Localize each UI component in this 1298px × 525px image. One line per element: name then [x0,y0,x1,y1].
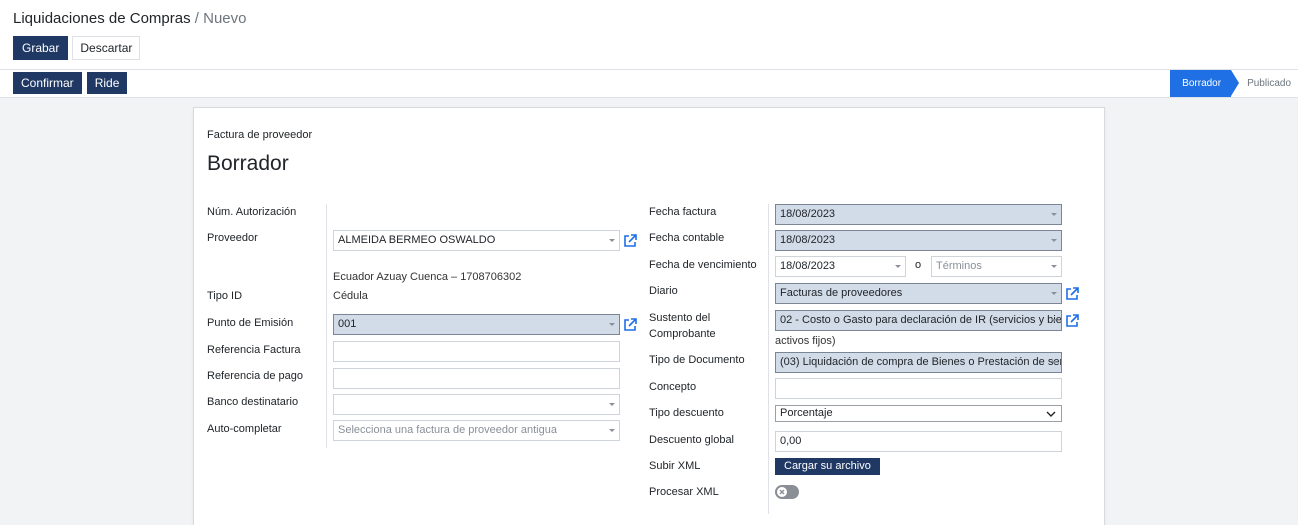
concept-input[interactable] [775,378,1062,399]
journal-label: Diario [649,285,678,297]
caret-down-icon [609,403,615,406]
caret-down-icon [1051,239,1057,242]
invoice-date-field[interactable]: 18/08/2023 [775,204,1062,225]
global-discount-label: Descuento global [649,434,735,446]
vendor-value: ALMEIDA BERMEO OSWALDO [338,234,496,246]
id-type-label: Tipo ID [207,290,243,302]
due-date-label: Fecha de vencimiento [649,259,757,271]
status-actions: Confirmar Ride [13,72,128,94]
payment-terms-field[interactable]: Términos [931,256,1062,277]
right-column-divider [768,204,769,514]
caret-down-icon [1051,292,1057,295]
emission-point-label: Punto de Emisión [207,317,294,329]
document-subtitle: Factura de proveedor [207,129,313,141]
caret-down-icon [895,265,901,268]
autocomplete-field[interactable]: Selecciona una factura de proveedor anti… [333,420,620,441]
form-actions: Grabar Descartar [13,36,141,60]
caret-down-icon [1051,265,1057,268]
external-link-icon[interactable] [623,234,637,248]
external-link-icon[interactable] [1065,314,1079,328]
payment-reference-label: Referencia de pago [207,370,304,382]
vendor-address: Ecuador Azuay Cuenca – 1708706302 [333,271,522,283]
payment-reference-input[interactable] [333,368,620,389]
caret-down-icon [1051,361,1057,364]
caret-down-icon [1051,319,1057,322]
external-link-icon[interactable] [623,318,637,332]
caret-down-icon [609,239,615,242]
discount-type-select[interactable]: Porcentaje [775,405,1062,422]
id-type-value: Cédula [333,290,368,302]
support-label-line2: Comprobante [649,328,716,340]
concept-label: Concepto [649,381,697,393]
caret-down-icon [609,429,615,432]
caret-down-icon [609,323,615,326]
due-date-field[interactable]: 18/08/2023 [775,256,906,277]
invoice-date-value: 18/08/2023 [780,208,836,220]
confirm-button[interactable]: Confirmar [13,72,82,94]
breadcrumb: Liquidaciones de Compras / Nuevo [13,10,246,27]
breadcrumb-parent[interactable]: Liquidaciones de Compras [13,10,191,27]
ride-button[interactable]: Ride [86,72,128,94]
left-column-divider [326,204,327,448]
emission-point-value: 001 [338,318,357,330]
invoice-reference-input[interactable] [333,341,620,362]
document-title: Borrador [207,152,289,175]
vendor-field[interactable]: ALMEIDA BERMEO OSWALDO [333,230,620,251]
status-bar: Confirmar Ride Borrador Publicado [0,70,1298,98]
discount-type-value: Porcentaje [780,407,833,419]
upload-xml-label: Subir XML [649,460,701,472]
accounting-date-field[interactable]: 18/08/2023 [775,230,1062,251]
global-discount-input[interactable]: 0,00 [775,431,1062,452]
caret-down-icon [1051,213,1057,216]
vendor-label: Proveedor [207,232,258,244]
control-panel: Liquidaciones de Compras / Nuevo Grabar … [0,0,1298,70]
status-pipeline: Borrador Publicado [1170,70,1298,97]
process-xml-toggle[interactable] [775,485,799,499]
support-label-line1: Sustento del [649,312,711,324]
auth-number-label: Núm. Autorización [207,206,297,218]
emission-point-field[interactable]: 001 [333,314,620,335]
toggle-knob [777,487,787,497]
external-link-icon[interactable] [1065,287,1079,301]
breadcrumb-current: Nuevo [203,10,247,27]
autocomplete-label: Auto-completar [207,423,282,435]
due-date-value: 18/08/2023 [780,260,836,272]
autocomplete-placeholder: Selecciona una factura de proveedor anti… [338,424,557,436]
process-xml-label: Procesar XML [649,486,719,498]
payment-terms-placeholder: Términos [936,260,982,272]
chevron-down-icon [1046,411,1056,417]
breadcrumb-separator: / [190,10,204,27]
accounting-date-value: 18/08/2023 [780,234,836,246]
stage-publicado[interactable]: Publicado [1231,70,1298,97]
journal-value: Facturas de proveedores [780,287,903,299]
upload-file-button[interactable]: Cargar su archivo [775,458,880,475]
discount-type-label: Tipo descuento [649,407,724,419]
destination-bank-label: Banco destinatario [207,396,299,408]
document-type-field[interactable]: (03) Liquidación de compra de Bienes o P… [775,352,1062,373]
journal-field[interactable]: Facturas de proveedores [775,283,1062,304]
document-type-value: (03) Liquidación de compra de Bienes o P… [780,356,1062,368]
close-icon [779,489,785,495]
or-label: o [915,259,922,271]
save-button[interactable]: Grabar [13,36,69,60]
support-value: 02 - Costo o Gasto para declaración de I… [780,314,1062,326]
invoice-reference-label: Referencia Factura [207,344,301,356]
invoice-date-label: Fecha factura [649,206,717,218]
document-type-label: Tipo de Documento [649,354,745,366]
destination-bank-field[interactable] [333,394,620,415]
support-field[interactable]: 02 - Costo o Gasto para declaración de I… [775,310,1062,331]
support-value-continuation: activos fijos) [775,335,836,347]
discard-button[interactable]: Descartar [72,36,141,60]
accounting-date-label: Fecha contable [649,232,725,244]
stage-borrador[interactable]: Borrador [1170,70,1239,97]
form-sheet: Factura de proveedor Borrador Núm. Autor… [193,107,1105,525]
